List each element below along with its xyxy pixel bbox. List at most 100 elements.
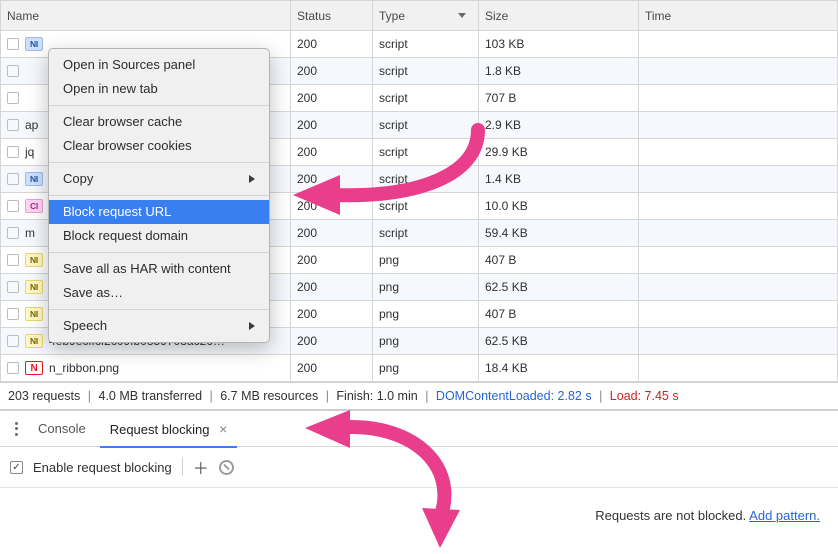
cell-time [639,85,838,112]
file-badge: NI [25,334,43,348]
menu-open-sources[interactable]: Open in Sources panel [49,53,269,77]
clear-patterns-icon[interactable] [219,460,234,475]
menu-save-har[interactable]: Save all as HAR with content [49,257,269,281]
cell-size: 407 B [479,247,639,274]
cell-type: script [373,112,479,139]
menu-clear-cache[interactable]: Clear browser cache [49,110,269,134]
menu-clear-cookies[interactable]: Clear browser cookies [49,134,269,158]
row-select-checkbox[interactable] [7,308,19,320]
row-select-checkbox[interactable] [7,38,19,50]
cell-type: script [373,31,479,58]
file-badge: NI [25,37,43,51]
cell-time [639,301,838,328]
file-badge: Cl [25,199,43,213]
menu-speech[interactable]: Speech [49,314,269,338]
cell-time [639,139,838,166]
menu-block-domain[interactable]: Block request domain [49,224,269,248]
file-badge: NI [25,253,43,267]
cell-size: 1.8 KB [479,58,639,85]
row-select-checkbox[interactable] [7,119,19,131]
col-size[interactable]: Size [479,1,639,31]
cell-type: script [373,58,479,85]
cell-time [639,355,838,382]
row-select-checkbox[interactable] [7,254,19,266]
status-transferred: 4.0 MB transferred [99,389,203,403]
table-row[interactable]: Nn_ribbon.png200png18.4 KB [1,355,838,382]
cell-status: 200 [291,193,373,220]
menu-save-as[interactable]: Save as… [49,281,269,305]
row-select-checkbox[interactable] [7,92,19,104]
cell-time [639,220,838,247]
row-select-checkbox[interactable] [7,362,19,374]
row-select-checkbox[interactable] [7,281,19,293]
cell-size: 2.9 KB [479,112,639,139]
add-pattern-icon[interactable]: ＋ [193,455,209,479]
status-requests: 203 requests [8,389,80,403]
menu-copy[interactable]: Copy [49,167,269,191]
cell-size: 62.5 KB [479,328,639,355]
file-badge: NI [25,172,43,186]
file-name: n_ribbon.png [49,361,284,375]
cell-time [639,58,838,85]
cell-size: 707 B [479,85,639,112]
cell-type: png [373,355,479,382]
status-finish: Finish: 1.0 min [336,389,417,403]
cell-time [639,112,838,139]
submenu-indicator-icon [249,322,255,330]
cell-time [639,247,838,274]
cell-size: 1.4 KB [479,166,639,193]
cell-type: script [373,139,479,166]
cell-size: 18.4 KB [479,355,639,382]
cell-time [639,193,838,220]
drawer: Console Request blocking × ✓ Enable requ… [0,410,838,523]
enable-blocking-checkbox[interactable]: ✓ [10,461,23,474]
add-pattern-link[interactable]: Add pattern. [749,508,820,523]
row-select-checkbox[interactable] [7,173,19,185]
status-domcontentloaded: DOMContentLoaded: 2.82 s [436,389,592,403]
cell-size: 29.9 KB [479,139,639,166]
close-icon[interactable]: × [219,421,227,437]
context-menu: Open in Sources panel Open in new tab Cl… [48,48,270,343]
enable-blocking-label: Enable request blocking [33,460,172,475]
cell-status: 200 [291,112,373,139]
row-select-checkbox[interactable] [7,146,19,158]
tab-request-blocking[interactable]: Request blocking × [98,411,240,447]
cell-time [639,274,838,301]
cell-status: 200 [291,301,373,328]
cell-status: 200 [291,166,373,193]
menu-block-url[interactable]: Block request URL [49,200,269,224]
status-bar: 203 requests | 4.0 MB transferred | 6.7 … [0,382,838,410]
cell-type: script [373,220,479,247]
cell-size: 59.4 KB [479,220,639,247]
status-load: Load: 7.45 s [610,389,679,403]
col-time[interactable]: Time [639,1,838,31]
row-select-checkbox[interactable] [7,65,19,77]
cell-time [639,31,838,58]
cell-status: 200 [291,139,373,166]
blocking-empty-message: Requests are not blocked. [595,508,746,523]
file-badge: NI [25,280,43,294]
file-badge: N [25,361,43,375]
cell-type: png [373,247,479,274]
drawer-more-icon[interactable] [6,411,26,447]
row-select-checkbox[interactable] [7,335,19,347]
file-badge: NI [25,307,43,321]
submenu-indicator-icon [249,175,255,183]
tab-console[interactable]: Console [26,411,98,447]
menu-open-new-tab[interactable]: Open in new tab [49,77,269,101]
cell-size: 103 KB [479,31,639,58]
row-select-checkbox[interactable] [7,200,19,212]
cell-size: 10.0 KB [479,193,639,220]
cell-type: script [373,85,479,112]
col-type[interactable]: Type [373,1,479,31]
cell-status: 200 [291,274,373,301]
cell-time [639,166,838,193]
cell-type: script [373,193,479,220]
col-status[interactable]: Status [291,1,373,31]
cell-type: png [373,274,479,301]
cell-status: 200 [291,328,373,355]
cell-type: script [373,166,479,193]
cell-status: 200 [291,220,373,247]
col-name[interactable]: Name [1,1,291,31]
row-select-checkbox[interactable] [7,227,19,239]
